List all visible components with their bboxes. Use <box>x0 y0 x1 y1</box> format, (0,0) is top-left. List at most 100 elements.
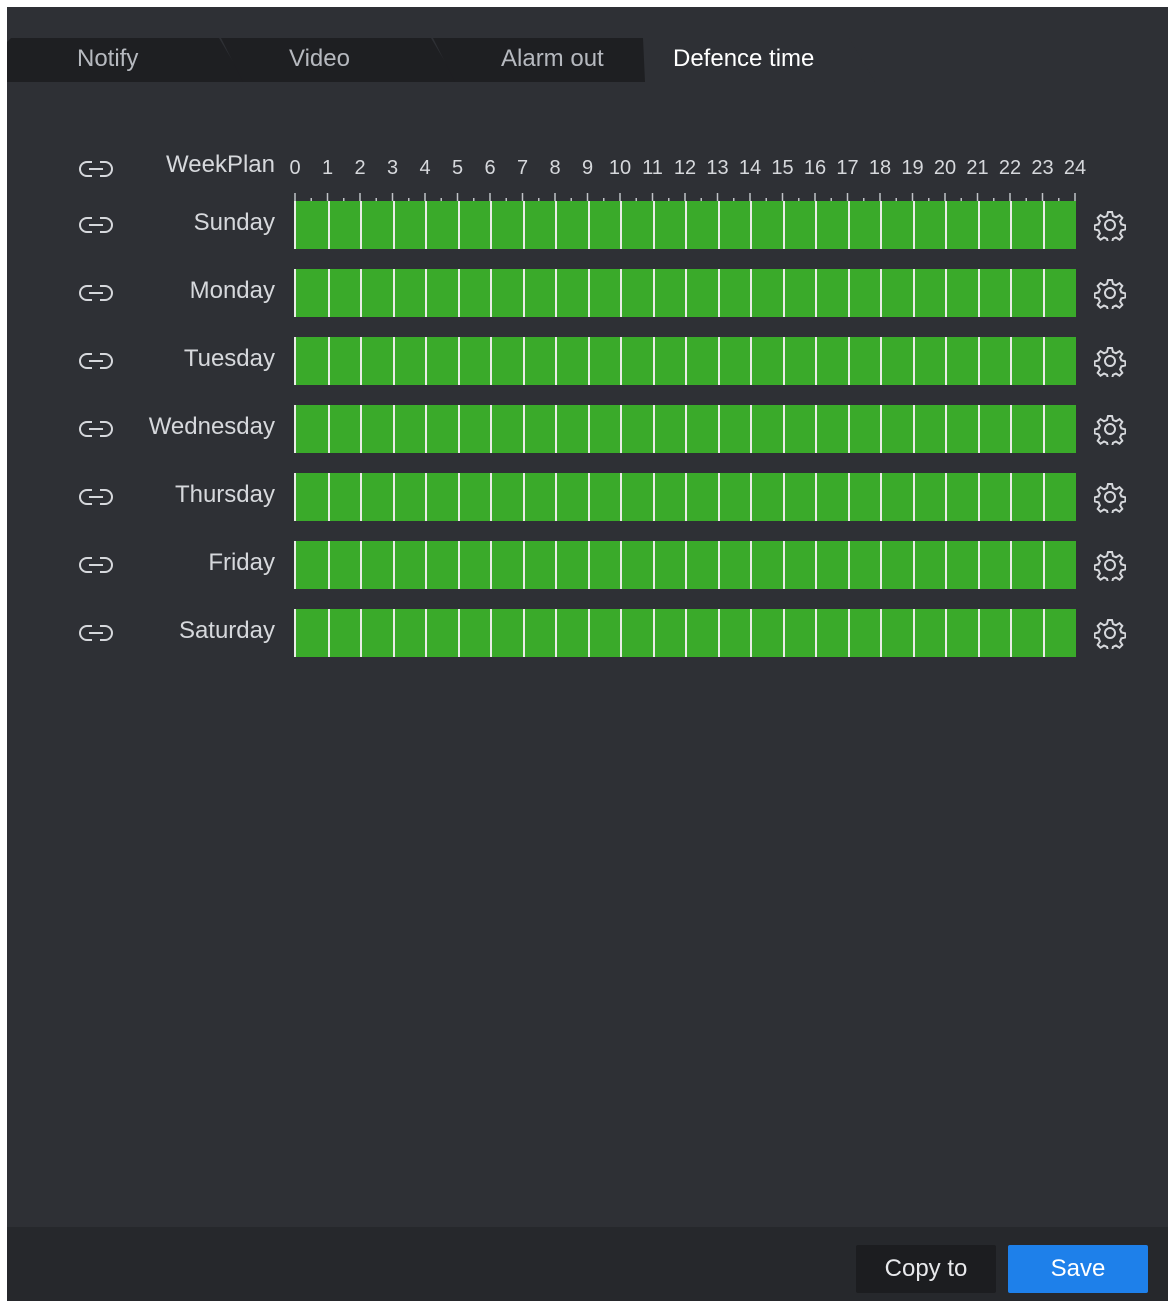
hour-divider <box>490 405 492 453</box>
tab-label: Video <box>289 45 350 72</box>
hour-divider <box>685 337 687 385</box>
day-label-wrap: Friday <box>107 541 275 589</box>
hour-divider <box>717 541 720 589</box>
hour-divider <box>652 337 655 385</box>
hour-divider <box>490 269 492 317</box>
hour-divider <box>1042 473 1045 521</box>
hour-divider <box>977 541 980 589</box>
hour-divider <box>522 201 525 249</box>
hour-label: 15 <box>771 157 794 179</box>
hour-divider <box>977 609 980 657</box>
hour-divider <box>360 269 362 317</box>
hour-divider <box>652 405 655 453</box>
schedule-bar[interactable] <box>294 405 1076 453</box>
gear-icon[interactable] <box>1093 617 1127 654</box>
hour-divider <box>685 269 687 317</box>
hour-divider <box>717 405 720 453</box>
hour-divider <box>847 473 850 521</box>
hour-divider <box>1010 269 1012 317</box>
hour-divider <box>1042 541 1045 589</box>
schedule-bar[interactable] <box>294 201 1076 249</box>
hour-divider <box>782 405 785 453</box>
hour-divider <box>945 541 947 589</box>
schedule-bar[interactable] <box>294 473 1076 521</box>
hour-divider <box>360 201 362 249</box>
hour-label: 20 <box>933 157 957 179</box>
tab-video[interactable]: Video <box>219 36 457 82</box>
schedule-bar[interactable] <box>294 269 1076 317</box>
day-row: Tuesday <box>7 337 1168 385</box>
hour-divider <box>977 473 980 521</box>
hour-divider <box>912 405 915 453</box>
hour-divider <box>847 609 850 657</box>
hour-divider <box>945 609 947 657</box>
hour-label: 0 <box>289 157 301 179</box>
schedule-bar[interactable] <box>294 609 1076 657</box>
tab-label: Alarm out <box>501 45 604 72</box>
schedule-bar[interactable] <box>294 337 1076 385</box>
hour-divider <box>1042 609 1045 657</box>
hour-divider <box>912 473 915 521</box>
hour-divider <box>880 405 882 453</box>
gear-icon[interactable] <box>1093 481 1127 518</box>
tab-defence-time[interactable]: Defence time <box>643 36 883 82</box>
gear-icon[interactable] <box>1093 549 1127 586</box>
hour-divider <box>782 609 785 657</box>
gear-icon[interactable] <box>1093 413 1127 450</box>
hour-divider <box>782 269 785 317</box>
hour-divider <box>782 337 785 385</box>
hour-label: 9 <box>581 157 594 179</box>
hour-divider <box>750 337 752 385</box>
hour-divider <box>815 201 817 249</box>
hour-divider <box>555 609 557 657</box>
hour-divider <box>587 201 590 249</box>
schedule-bar[interactable] <box>294 541 1076 589</box>
gear-icon[interactable] <box>1093 209 1127 246</box>
save-button[interactable]: Save <box>1008 1245 1148 1293</box>
hour-divider <box>327 609 330 657</box>
hour-divider <box>847 201 850 249</box>
hour-divider <box>880 269 882 317</box>
hour-divider <box>782 201 785 249</box>
hour-divider <box>1010 405 1012 453</box>
hour-divider <box>392 201 395 249</box>
hour-divider <box>555 541 557 589</box>
hour-divider <box>425 337 427 385</box>
hour-divider <box>1042 269 1045 317</box>
hour-divider <box>782 473 785 521</box>
gear-icon[interactable] <box>1093 345 1127 382</box>
copy-to-button[interactable]: Copy to <box>856 1245 996 1293</box>
hour-divider <box>425 405 427 453</box>
hour-divider <box>815 609 817 657</box>
hour-divider <box>912 269 915 317</box>
hour-divider <box>912 337 915 385</box>
hour-divider <box>327 405 330 453</box>
hour-divider <box>717 269 720 317</box>
hour-divider <box>327 473 330 521</box>
hour-label: 10 <box>608 157 632 179</box>
weekplan-label-wrap: WeekPlan <box>107 151 275 181</box>
hour-label: 4 <box>419 157 431 179</box>
hour-divider <box>490 337 492 385</box>
day-label-wrap: Tuesday <box>107 337 275 385</box>
day-label: Wednesday <box>148 413 275 440</box>
hour-divider <box>327 201 330 249</box>
gear-icon[interactable] <box>1093 277 1127 314</box>
hour-divider <box>392 269 395 317</box>
tab-alarm-out[interactable]: Alarm out <box>431 36 646 82</box>
hour-label: 17 <box>836 157 859 179</box>
hour-divider <box>522 405 525 453</box>
hour-divider <box>815 405 817 453</box>
hour-divider <box>1010 473 1012 521</box>
hour-divider <box>945 405 947 453</box>
hour-divider <box>360 405 362 453</box>
day-row: Sunday <box>7 201 1168 249</box>
hour-divider <box>425 201 427 249</box>
hour-divider <box>1042 405 1045 453</box>
hour-label: 2 <box>354 157 366 179</box>
day-label-wrap: Saturday <box>107 609 275 657</box>
hour-divider <box>815 541 817 589</box>
tab-notify[interactable]: Notify <box>7 36 245 82</box>
hour-label: 11 <box>642 157 663 179</box>
hour-label: 16 <box>803 157 827 179</box>
